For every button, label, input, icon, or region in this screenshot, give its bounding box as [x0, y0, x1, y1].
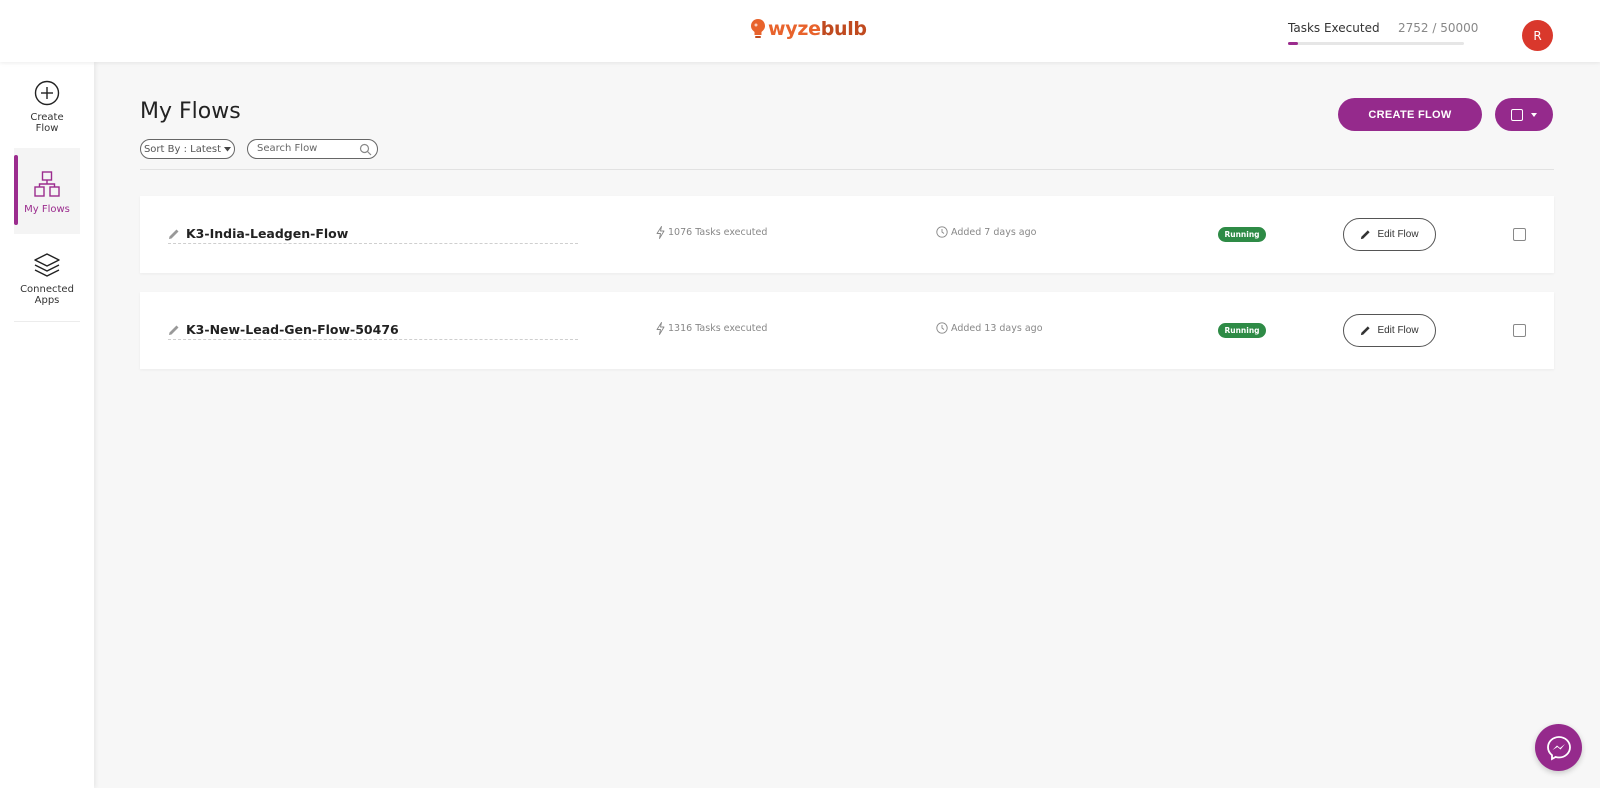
- edit-flow-label: Edit Flow: [1377, 325, 1419, 336]
- bulk-select-dropdown[interactable]: [1495, 98, 1553, 131]
- sort-dropdown[interactable]: Sort By : Latest: [140, 139, 235, 159]
- chat-widget-button[interactable]: [1535, 724, 1582, 771]
- flow-checkbox[interactable]: [1513, 324, 1526, 337]
- tasks-executed-count: 2752 / 50000: [1398, 21, 1479, 35]
- sidebar-item-create-flow[interactable]: Create Flow: [14, 80, 80, 140]
- flow-tasks-text: 1316 Tasks executed: [668, 323, 768, 334]
- edit-flow-button[interactable]: Edit Flow: [1343, 218, 1436, 251]
- edit-flow-button[interactable]: Edit Flow: [1343, 314, 1436, 347]
- top-bar: wyzebulb Tasks Executed 2752 / 50000 R: [0, 0, 1600, 62]
- flow-name: K3-India-Leadgen-Flow: [186, 226, 349, 241]
- sidebar-item-label: Create Flow: [30, 112, 64, 134]
- user-avatar[interactable]: R: [1522, 20, 1553, 51]
- flow-row: K3-New-Lead-Gen-Flow-50476 1316 Tasks ex…: [140, 292, 1554, 369]
- layers-icon: [34, 253, 60, 277]
- flow-tasks-text: 1076 Tasks executed: [668, 227, 768, 238]
- sort-label: Sort By : Latest: [143, 143, 222, 155]
- flow-name-field[interactable]: K3-India-Leadgen-Flow: [168, 224, 578, 244]
- flow-name-field[interactable]: K3-New-Lead-Gen-Flow-50476: [168, 320, 578, 340]
- caret-down-icon: [224, 146, 232, 151]
- status-badge: Running: [1218, 323, 1266, 338]
- status-badge: Running: [1218, 227, 1266, 242]
- active-indicator: [14, 155, 18, 225]
- sidebar-item-connected-apps[interactable]: Connected Apps: [14, 252, 80, 314]
- flow-checkbox[interactable]: [1513, 228, 1526, 241]
- pencil-icon: [1361, 230, 1371, 240]
- lightning-icon: [656, 322, 665, 335]
- bulb-logo-icon: [751, 19, 765, 38]
- page-title: My Flows: [140, 99, 241, 124]
- edit-flow-label: Edit Flow: [1377, 229, 1419, 240]
- logo-text-wyze: wyze: [768, 18, 821, 40]
- caret-down-icon: [1531, 112, 1537, 117]
- pencil-icon: [1361, 326, 1371, 336]
- plus-circle-icon: [34, 80, 60, 106]
- sidebar-item-label: My Flows: [24, 204, 70, 215]
- clock-icon: [936, 226, 948, 238]
- tasks-progress-bar: [1288, 42, 1464, 45]
- logo-text-bulb: bulb: [820, 18, 867, 40]
- lightning-icon: [656, 226, 665, 239]
- pencil-icon: [169, 229, 179, 239]
- tasks-progress-fill: [1288, 42, 1298, 45]
- header-divider: [140, 169, 1554, 170]
- tasks-executed-label: Tasks Executed: [1288, 21, 1380, 35]
- flow-added-date: Added 7 days ago: [936, 226, 1036, 238]
- flow-tasks-executed: 1076 Tasks executed: [656, 226, 767, 239]
- sidebar-divider: [14, 321, 80, 322]
- logo-text: wyzebulb: [768, 18, 867, 40]
- search-input[interactable]: [257, 143, 357, 154]
- clock-icon: [936, 322, 948, 334]
- flows-icon: [34, 171, 60, 197]
- messenger-icon: [1546, 735, 1571, 761]
- pencil-icon: [169, 325, 179, 335]
- flow-added-date: Added 13 days ago: [936, 322, 1043, 334]
- flow-row: K3-India-Leadgen-Flow 1076 Tasks execute…: [140, 196, 1554, 273]
- select-all-checkbox[interactable]: [1511, 108, 1523, 121]
- flow-added-text: Added 7 days ago: [951, 226, 1037, 238]
- search-box: [247, 139, 378, 159]
- flow-tasks-executed: 1316 Tasks executed: [656, 322, 767, 335]
- search-icon[interactable]: [359, 143, 372, 156]
- sidebar: Create Flow My Flows Connected Apps: [0, 62, 94, 788]
- flow-added-text: Added 13 days ago: [951, 322, 1043, 334]
- wyzebulb-logo[interactable]: wyzebulb: [750, 18, 867, 40]
- create-flow-button[interactable]: CREATE FLOW: [1338, 98, 1482, 131]
- sidebar-item-label: Connected Apps: [20, 284, 74, 306]
- flow-name: K3-New-Lead-Gen-Flow-50476: [186, 322, 399, 337]
- sidebar-item-my-flows[interactable]: My Flows: [14, 148, 80, 234]
